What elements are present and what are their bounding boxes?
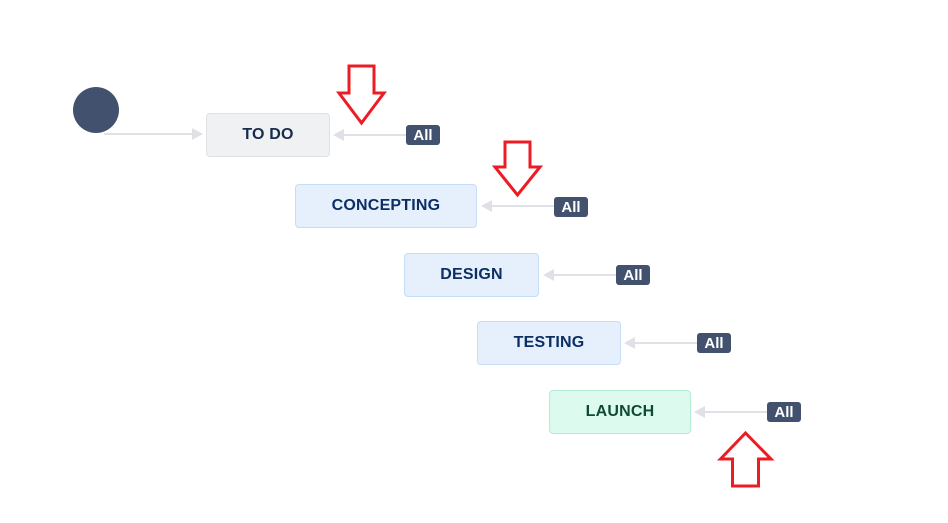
start-node[interactable] bbox=[73, 87, 119, 133]
status-todo[interactable]: TO DO bbox=[206, 113, 330, 157]
status-label: DESIGN bbox=[440, 266, 503, 283]
transition-arrowhead bbox=[481, 200, 492, 212]
red-arrow-down-icon bbox=[491, 140, 544, 198]
status-design[interactable]: DESIGN bbox=[404, 253, 539, 297]
initial-transition-line bbox=[104, 133, 194, 135]
transition-line bbox=[635, 342, 697, 344]
all-transition-badge-todo[interactable]: All bbox=[406, 125, 440, 145]
status-launch[interactable]: LAUNCH bbox=[549, 390, 691, 434]
red-arrow-up-icon bbox=[716, 430, 775, 488]
all-transition-badge-concepting[interactable]: All bbox=[554, 197, 588, 217]
red-arrow-down-icon bbox=[336, 64, 387, 126]
transition-line bbox=[554, 274, 616, 276]
transition-line bbox=[705, 411, 767, 413]
all-transition-badge-launch[interactable]: All bbox=[767, 402, 801, 422]
initial-transition-arrowhead bbox=[192, 128, 203, 140]
status-label: CONCEPTING bbox=[331, 197, 441, 214]
all-transition-badge-testing[interactable]: All bbox=[697, 333, 731, 353]
transition-arrowhead bbox=[624, 337, 635, 349]
transition-arrowhead bbox=[333, 129, 344, 141]
transition-arrowhead bbox=[543, 269, 554, 281]
transition-arrowhead bbox=[694, 406, 705, 418]
transition-line bbox=[492, 205, 554, 207]
status-testing[interactable]: TESTING bbox=[477, 321, 621, 365]
status-label: LAUNCH bbox=[585, 403, 655, 420]
status-concepting[interactable]: CONCEPTING bbox=[295, 184, 477, 228]
transition-line bbox=[344, 134, 406, 136]
all-transition-badge-design[interactable]: All bbox=[616, 265, 650, 285]
status-label: TO DO bbox=[242, 126, 294, 143]
status-label: TESTING bbox=[513, 334, 585, 351]
